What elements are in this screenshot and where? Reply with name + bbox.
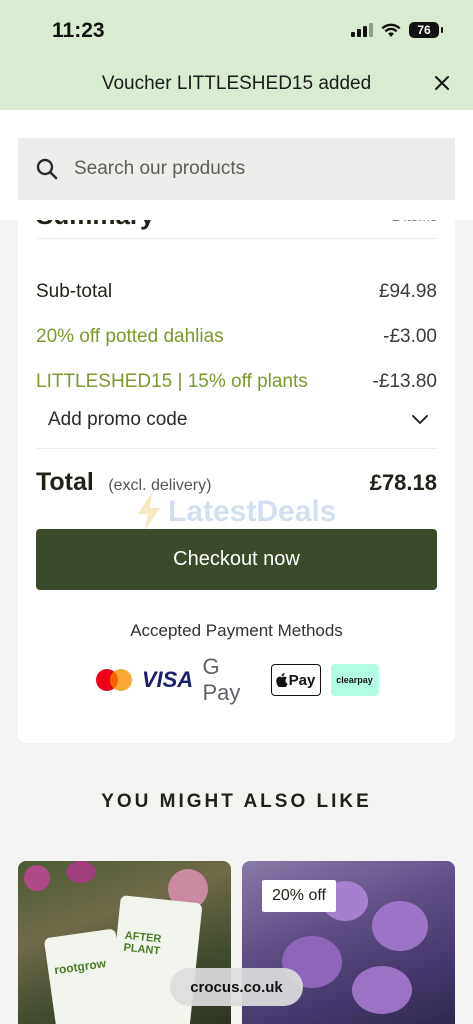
status-icons: 76 xyxy=(351,22,443,38)
lightning-icon xyxy=(138,492,160,532)
search-box[interactable] xyxy=(18,138,455,200)
total-label: Total xyxy=(36,468,94,496)
signal-icon xyxy=(351,23,373,37)
promo-code-label: Add promo code xyxy=(48,409,188,430)
pouch-label: AFTER PLANT xyxy=(122,929,162,958)
divider xyxy=(36,448,437,449)
watermark-text: LatestDeals xyxy=(168,495,337,528)
subtotal-row: Sub-total £94.98 xyxy=(36,281,437,303)
product-pouch-image: rootgrow xyxy=(43,928,129,1024)
apple-pay-label: Pay xyxy=(288,671,316,689)
discount-label: 20% off potted dahlias xyxy=(36,326,224,347)
search-icon xyxy=(36,157,60,181)
add-promo-code-toggle[interactable]: Add promo code xyxy=(48,409,429,431)
close-icon xyxy=(435,76,449,90)
watermark: LatestDeals xyxy=(136,492,336,532)
discount-label: LITTLESHED15 | 15% off plants xyxy=(36,371,308,392)
banner-close-button[interactable] xyxy=(427,68,457,98)
checkout-button[interactable]: Checkout now xyxy=(36,529,437,590)
flower-decoration xyxy=(352,966,412,1014)
visa-icon: VISA xyxy=(141,667,194,692)
mastercard-icon xyxy=(95,664,133,696)
clearpay-icon: clearpay xyxy=(330,664,379,696)
browser-domain-pill[interactable]: crocus.co.uk xyxy=(170,968,303,1006)
discount-amount: -£13.80 xyxy=(372,371,437,392)
flower-decoration xyxy=(66,861,96,883)
total-value: £78.18 xyxy=(369,470,437,495)
order-summary-card: Summary 2 items Sub-total £94.98 20% off… xyxy=(18,190,455,743)
flower-decoration xyxy=(24,865,50,891)
search-bar xyxy=(0,110,473,220)
subtotal-value: £94.98 xyxy=(378,281,437,302)
voucher-banner-text: Voucher LITTLESHED15 added xyxy=(101,73,372,94)
wifi-icon xyxy=(381,23,401,37)
recommendations-title: YOU MIGHT ALSO LIKE xyxy=(101,791,372,812)
divider xyxy=(36,238,437,239)
discount-amount: -£3.00 xyxy=(383,326,437,347)
payment-methods-title: Accepted Payment Methods xyxy=(130,621,343,640)
status-time: 11:23 xyxy=(52,19,105,42)
pouch-label: rootgrow xyxy=(53,956,107,978)
discount-row: 20% off potted dahlias -£3.00 xyxy=(36,326,437,348)
discount-badge: 20% off xyxy=(262,880,336,912)
voucher-banner: Voucher LITTLESHED15 added xyxy=(0,58,473,110)
apple-pay-icon: Pay xyxy=(270,664,321,696)
discount-row: LITTLESHED15 | 15% off plants -£13.80 xyxy=(36,371,437,393)
payment-methods: VISA G Pay Pay clearpay xyxy=(18,654,455,705)
flower-decoration xyxy=(372,901,428,951)
google-pay-icon: G Pay xyxy=(202,654,241,705)
chevron-down-icon xyxy=(412,415,428,425)
search-input[interactable] xyxy=(74,158,434,180)
battery-icon: 76 xyxy=(409,22,443,38)
status-bar: 11:23 76 xyxy=(0,0,473,58)
subtotal-label: Sub-total xyxy=(36,281,113,302)
